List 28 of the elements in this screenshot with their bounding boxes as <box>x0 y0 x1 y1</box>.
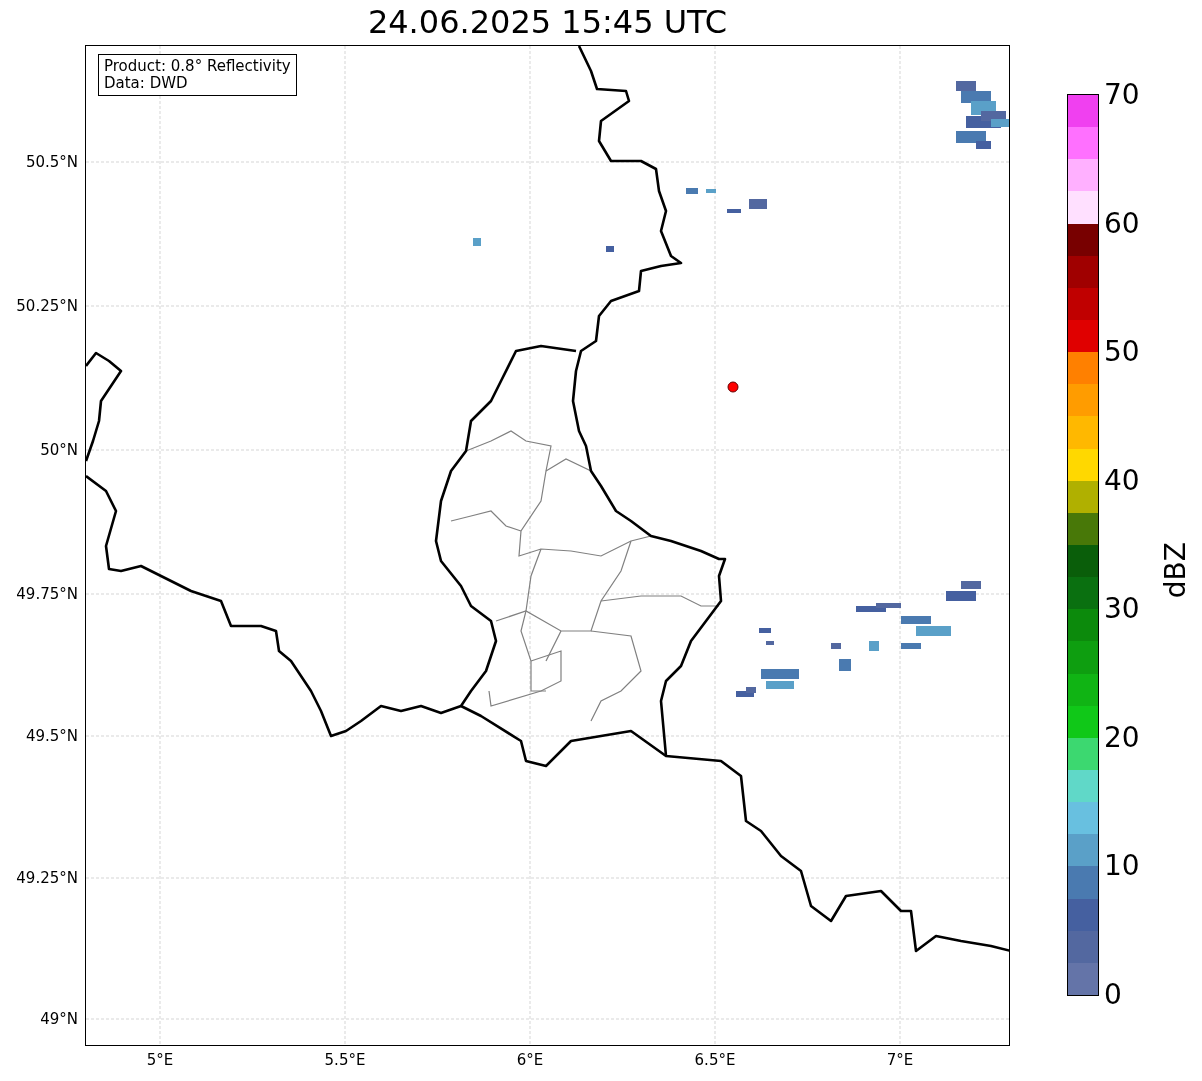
radar-echo <box>831 603 901 671</box>
longitude-label: 7°E <box>886 1051 914 1069</box>
colorbar-tick-label: 50 <box>1104 337 1140 368</box>
longitude-label: 6°E <box>516 1051 544 1069</box>
colorbar-tick-label: 60 <box>1104 208 1140 239</box>
longitude-label: 5°E <box>146 1051 174 1069</box>
latitude-label: 50°N <box>40 441 78 459</box>
radar-echo <box>956 81 1009 149</box>
latitude-label: 50.5°N <box>25 153 78 171</box>
latitude-label: 49°N <box>40 1010 78 1028</box>
colorbar-tick-label: 10 <box>1104 851 1140 882</box>
colorbar-tick-label: 30 <box>1104 594 1140 625</box>
colorbar-tick-label: 0 <box>1104 980 1122 1010</box>
colorbar-tick-label: 20 <box>1104 722 1140 753</box>
latitude-label: 50.25°N <box>16 297 78 315</box>
radar-echo <box>736 628 799 697</box>
colorbar-tick-label: 40 <box>1104 465 1140 496</box>
latitude-label: 49.5°N <box>25 727 78 745</box>
latitude-label: 49.25°N <box>16 869 78 887</box>
longitude-label: 6.5°E <box>694 1051 736 1069</box>
chart-title: 24.06.2025 15:45 UTC <box>366 2 729 43</box>
colorbar-label: dBZ <box>1161 541 1191 599</box>
radar-site-marker <box>727 381 739 393</box>
latitude-label: 49.75°N <box>16 585 78 603</box>
info-text: Data: DWD <box>104 75 189 92</box>
info-text: Product: 0.8° Reflectivity <box>104 58 291 75</box>
colorbar-tick-label: 70 <box>1104 80 1140 110</box>
longitude-label: 5.5°E <box>324 1051 366 1069</box>
